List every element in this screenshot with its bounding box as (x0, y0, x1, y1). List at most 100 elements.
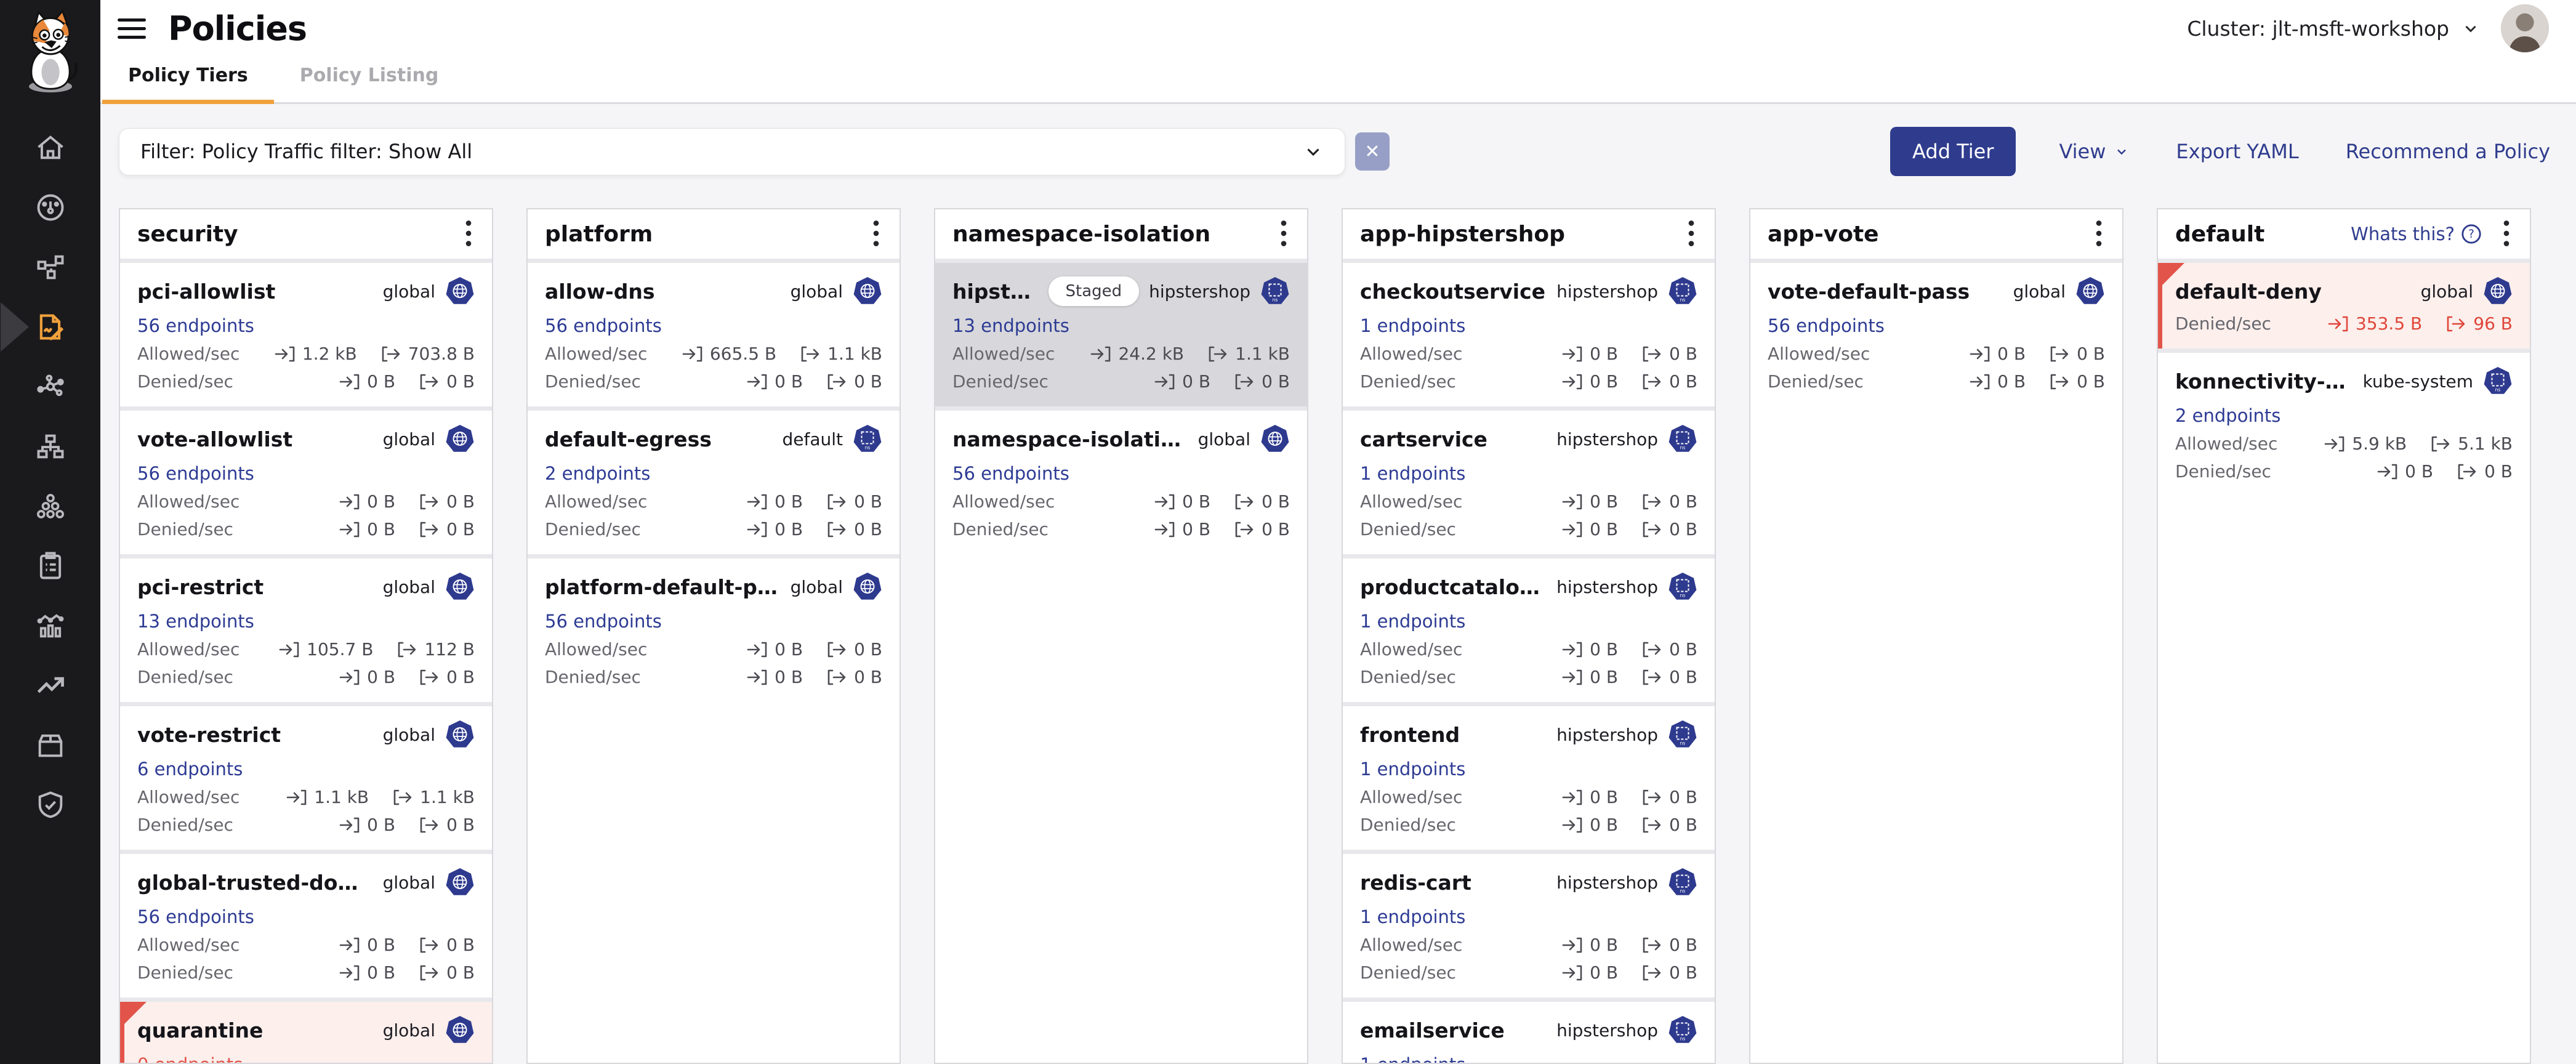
egress-traffic-icon (392, 788, 414, 807)
ingress-value: 0 B (1562, 639, 1618, 659)
clear-filter-button[interactable]: ✕ (1355, 132, 1390, 171)
policy-card-hipstershop-gh[interactable]: hipstershop-gh…Stagedhipstershopns13 end… (935, 263, 1307, 406)
egress-amount: 0 B (2077, 344, 2105, 364)
endpoints-link[interactable]: 6 endpoints (137, 759, 243, 780)
endpoints-link[interactable]: 2 endpoints (2175, 405, 2280, 426)
tier-menu-button[interactable] (1275, 217, 1292, 252)
tier-menu-button[interactable] (460, 217, 477, 252)
policy-card-redis-cart[interactable]: redis-carthipstershopns1 endpointsAllowe… (1343, 854, 1715, 997)
endpoints-link[interactable]: 56 endpoints (545, 315, 662, 336)
tab-policy-listing[interactable]: Policy Listing (274, 65, 465, 102)
sidebar-item-flow-visualizer[interactable] (34, 371, 66, 403)
endpoints-link[interactable]: 56 endpoints (952, 463, 1069, 484)
egress-amount: 0 B (854, 519, 882, 539)
ingress-traffic-icon (339, 520, 361, 539)
user-avatar[interactable] (2501, 4, 2549, 52)
policy-name: default-deny (2175, 280, 2322, 304)
endpoints-link[interactable]: 1 endpoints (1360, 315, 1465, 336)
policy-filter-dropdown[interactable]: Filter: Policy Traffic filter: Show All (119, 128, 1345, 175)
recommend-policy-button[interactable]: Recommend a Policy (2342, 139, 2554, 164)
policy-card-header: default-egressdefaultns (545, 424, 882, 454)
sidebar-item-compliance[interactable] (34, 550, 66, 582)
scope-label: kube-system (2363, 371, 2473, 392)
ingress-value: 0 B (1154, 491, 1210, 512)
stat-values: 0 B0 B (1154, 519, 1290, 539)
traffic-stat-row: Allowed/sec0 B0 B (1360, 639, 1697, 659)
ingress-value: 0 B (1562, 491, 1618, 512)
tier-menu-button[interactable] (1683, 217, 1700, 252)
policy-card-emailservice[interactable]: emailservicehipstershopns1 endpointsAllo… (1343, 1002, 1715, 1064)
endpoints-link[interactable]: 56 endpoints (1768, 315, 1885, 336)
ingress-amount: 0 B (1590, 787, 1618, 807)
tier-title: security (137, 222, 238, 247)
scope-label: hipstershop (1556, 1020, 1658, 1041)
policy-card-konnectivity-agent[interactable]: konnectivity-agentkube-systemns2 endpoin… (2158, 353, 2530, 496)
egress-value: 0 B (1641, 519, 1697, 539)
endpoints-link[interactable]: 1 endpoints (1360, 1054, 1465, 1064)
policy-card-vote-default-pass[interactable]: vote-default-passglobal56 endpointsAllow… (1750, 263, 2122, 406)
policy-card-checkoutservice[interactable]: checkoutservicehipstershopns1 endpointsA… (1343, 263, 1715, 406)
hamburger-menu-button[interactable] (118, 18, 146, 39)
policy-card-productcatalogservice[interactable]: productcatalogservicehipstershopns1 endp… (1343, 558, 1715, 702)
tier-title: platform (545, 222, 653, 247)
cluster-selector[interactable]: Cluster: jlt-msft-workshop (2187, 17, 2480, 41)
sidebar-item-endpoint-groups[interactable] (34, 490, 66, 522)
policy-card-platform-default-pass[interactable]: platform-default-passglobal56 endpointsA… (528, 558, 900, 702)
sidebar-item-policies[interactable] (34, 311, 66, 343)
sidebar-item-statistics[interactable] (34, 610, 66, 642)
endpoints-link[interactable]: 1 endpoints (1360, 906, 1465, 927)
main-area: Policies Cluster: jlt-msft-workshop Poli… (100, 0, 2576, 1064)
endpoints-link[interactable]: 1 endpoints (1360, 463, 1465, 484)
policy-card-frontend[interactable]: frontendhipstershopns1 endpointsAllowed/… (1343, 706, 1715, 850)
policy-scope: global (373, 720, 475, 749)
policy-card-global-trusted-domains[interactable]: global-trusted-domainsglobal56 endpoints… (120, 854, 492, 997)
ingress-traffic-icon (339, 493, 361, 511)
tier-header: app-hipstershop (1343, 209, 1715, 259)
ingress-value: 1.2 kB (275, 344, 357, 364)
policy-card-pci-restrict[interactable]: pci-restrictglobal13 endpointsAllowed/se… (120, 558, 492, 702)
endpoints-link[interactable]: 13 endpoints (952, 315, 1069, 336)
endpoints-link[interactable]: 56 endpoints (545, 611, 662, 632)
endpoints-link[interactable]: 1 endpoints (1360, 759, 1465, 780)
endpoints-link[interactable]: 56 endpoints (137, 315, 254, 336)
endpoints-link[interactable]: 56 endpoints (137, 463, 254, 484)
tier-menu-button[interactable] (2498, 217, 2515, 252)
policy-card-default-deny[interactable]: default-denyglobalDenied/sec353.5 B96 B (2158, 263, 2530, 349)
sidebar-item-network-topology[interactable] (34, 430, 66, 462)
policy-card-pci-allowlist[interactable]: pci-allowlistglobal56 endpointsAllowed/s… (120, 263, 492, 406)
export-yaml-button[interactable]: Export YAML (2172, 139, 2302, 164)
tab-policy-tiers[interactable]: Policy Tiers (102, 65, 274, 102)
egress-amount: 0 B (1669, 962, 1697, 983)
sidebar-item-home[interactable] (34, 132, 66, 164)
sidebar-item-packages[interactable] (34, 729, 66, 761)
policy-card-cartservice[interactable]: cartservicehipstershopns1 endpointsAllow… (1343, 411, 1715, 554)
ingress-traffic-icon (275, 345, 296, 363)
policy-card-quarantine[interactable]: quarantineglobal0 endpoints (120, 1002, 492, 1064)
policy-card-namespace-isolation-default-p[interactable]: namespace-isolation-default-p…global56 e… (935, 411, 1307, 554)
stat-values: 1.1 kB1.1 kB (286, 787, 475, 807)
add-tier-button[interactable]: Add Tier (1890, 127, 2016, 176)
stat-label: Denied/sec (952, 519, 1049, 539)
traffic-stat-row: Allowed/sec24.2 kB1.1 kB (952, 344, 1290, 364)
sidebar-item-service-graph[interactable] (34, 251, 66, 283)
endpoints-link[interactable]: 13 endpoints (137, 611, 254, 632)
sidebar-item-dashboard[interactable] (34, 191, 66, 224)
endpoints-link[interactable]: 0 endpoints (137, 1054, 243, 1064)
endpoints-link[interactable]: 56 endpoints (137, 906, 254, 927)
tier-menu-button[interactable] (867, 217, 885, 252)
sidebar-item-trends[interactable] (34, 669, 66, 701)
whats-this-link[interactable]: Whats this?? (2351, 224, 2482, 244)
policy-scope: global (1188, 424, 1290, 454)
endpoints-link[interactable]: 2 endpoints (545, 463, 650, 484)
policy-card-allow-dns[interactable]: allow-dnsglobal56 endpointsAllowed/sec66… (528, 263, 900, 406)
endpoints-link[interactable]: 1 endpoints (1360, 611, 1465, 632)
policy-card-vote-restrict[interactable]: vote-restrictglobal6 endpointsAllowed/se… (120, 706, 492, 850)
policy-card-vote-allowlist[interactable]: vote-allowlistglobal56 endpointsAllowed/… (120, 411, 492, 554)
view-menu-button[interactable]: View (2055, 139, 2133, 164)
ingress-traffic-icon (1154, 520, 1176, 539)
sidebar-item-threat-defense[interactable] (34, 789, 66, 821)
policy-scope: global (781, 276, 882, 306)
policy-scope: hipstershopns (1139, 276, 1290, 306)
tier-menu-button[interactable] (2090, 217, 2107, 252)
policy-card-default-egress[interactable]: default-egressdefaultns2 endpointsAllowe… (528, 411, 900, 554)
